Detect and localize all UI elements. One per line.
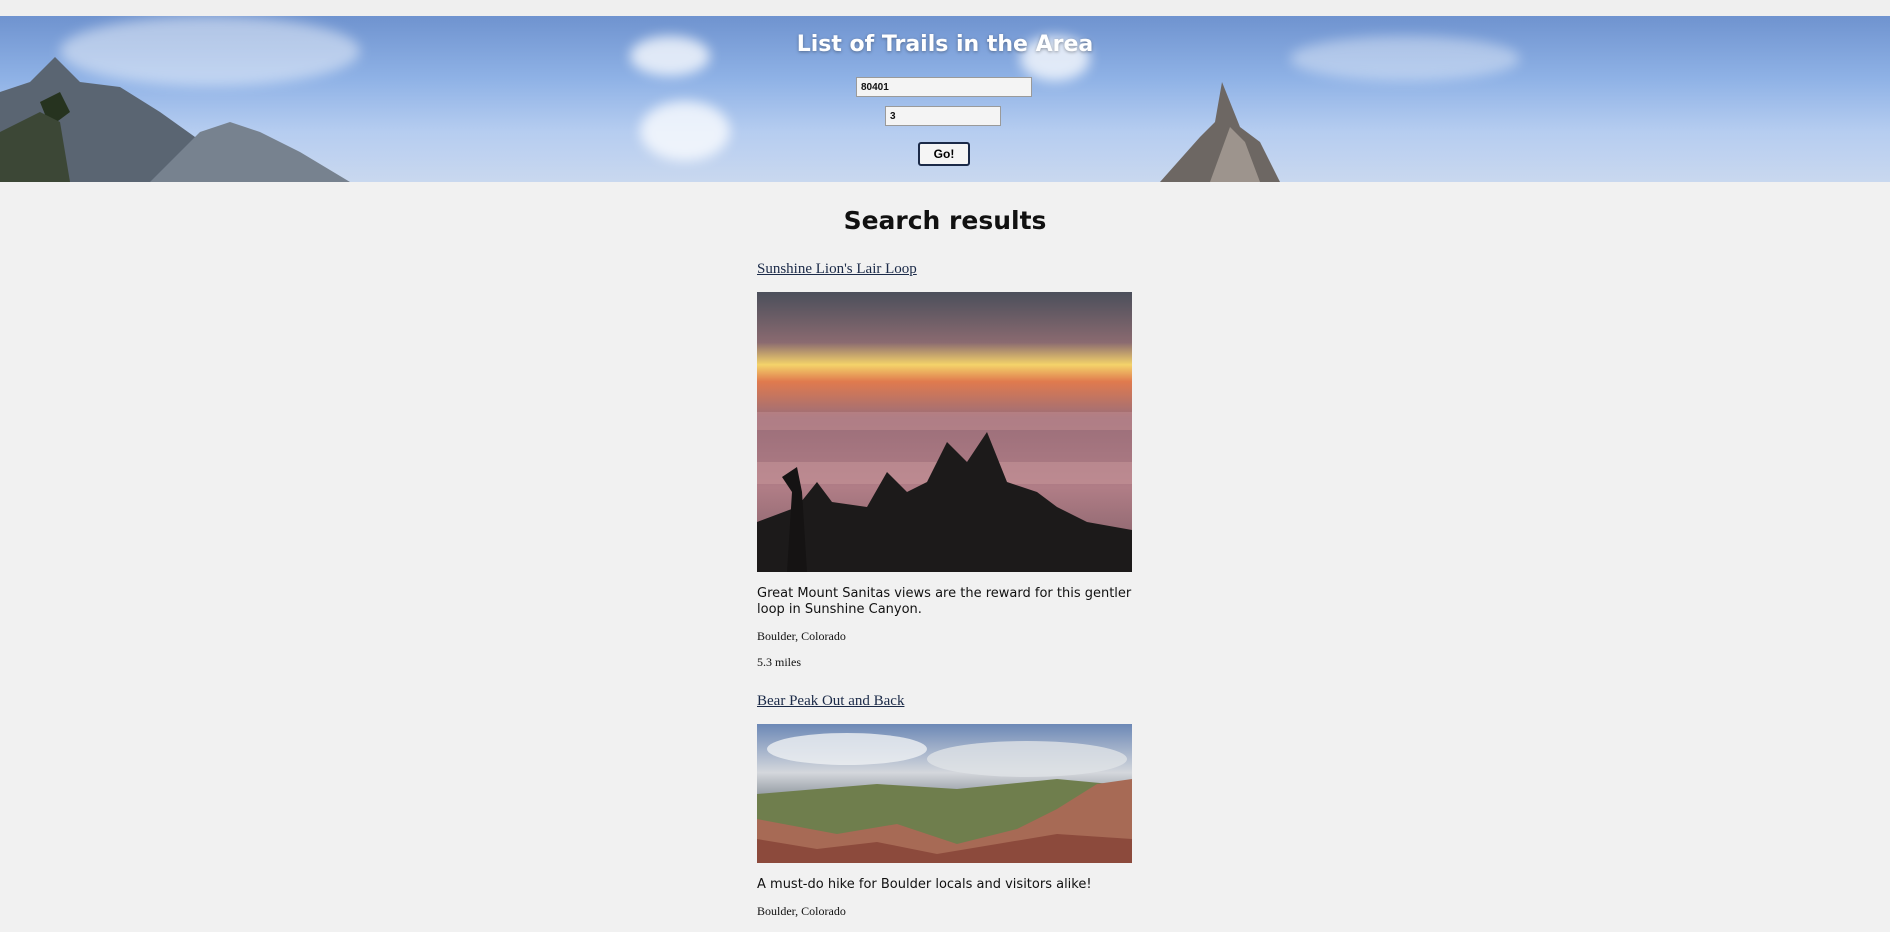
mountain-right: [1160, 82, 1280, 182]
search-results-heading: Search results: [843, 206, 1047, 235]
trail-card: Sunshine Lion's Lair Loop Great Mount Sa…: [757, 258, 1132, 670]
page-title: List of Trails in the Area: [796, 32, 1094, 57]
trail-card: Bear Peak Out and Back A must-do hike fo…: [757, 690, 1132, 919]
trail-name-link[interactable]: Sunshine Lion's Lair Loop: [757, 261, 917, 277]
trail-name-link[interactable]: Bear Peak Out and Back: [757, 693, 904, 709]
cloud-decoration: [640, 101, 730, 161]
top-strip: [0, 0, 1890, 16]
trail-location: Boulder, Colorado: [757, 904, 846, 918]
trail-distance: 5.3 miles: [757, 655, 801, 669]
trail-summary: Great Mount Sanitas views are the reward…: [757, 586, 1132, 617]
go-button[interactable]: Go!: [918, 142, 970, 166]
trail-photo: [757, 724, 1132, 863]
trail-summary: A must-do hike for Boulder locals and vi…: [757, 877, 1092, 892]
trail-photo: [757, 292, 1132, 572]
mountain-left: [0, 57, 350, 182]
zip-code-input[interactable]: [856, 77, 1032, 97]
trail-location: Boulder, Colorado: [757, 629, 846, 643]
results-count-input[interactable]: [885, 106, 1001, 126]
